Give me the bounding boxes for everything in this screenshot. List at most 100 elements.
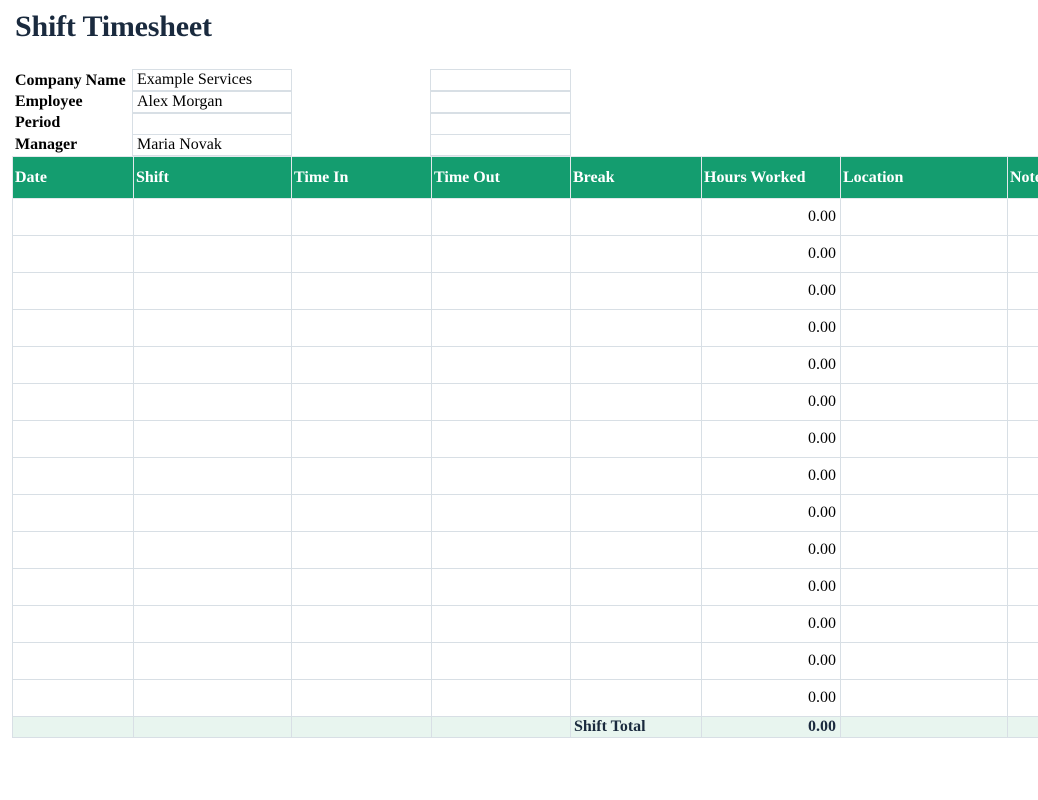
time-in-cell[interactable] xyxy=(291,272,432,310)
hours-worked-cell[interactable]: 0.00 xyxy=(701,679,841,717)
notes-cell[interactable] xyxy=(1007,272,1038,310)
time-in-cell[interactable] xyxy=(291,457,432,495)
shift-cell[interactable] xyxy=(133,457,292,495)
break-cell[interactable] xyxy=(570,642,702,680)
notes-cell[interactable] xyxy=(1007,198,1038,236)
location-cell[interactable] xyxy=(840,494,1008,532)
time-out-cell[interactable] xyxy=(431,272,571,310)
date-cell[interactable] xyxy=(12,605,134,643)
break-cell[interactable] xyxy=(570,309,702,347)
time-in-cell[interactable] xyxy=(291,346,432,384)
notes-cell[interactable] xyxy=(1007,346,1038,384)
time-in-cell[interactable] xyxy=(291,679,432,717)
time-in-cell[interactable] xyxy=(291,383,432,421)
notes-cell[interactable] xyxy=(1007,568,1038,606)
shift-cell[interactable] xyxy=(133,568,292,606)
shift-cell[interactable] xyxy=(133,420,292,458)
notes-cell[interactable] xyxy=(1007,420,1038,458)
location-cell[interactable] xyxy=(840,309,1008,347)
time-out-cell[interactable] xyxy=(431,383,571,421)
break-cell[interactable] xyxy=(570,235,702,273)
hours-worked-cell[interactable]: 0.00 xyxy=(701,568,841,606)
hours-worked-cell[interactable]: 0.00 xyxy=(701,605,841,643)
shift-cell[interactable] xyxy=(133,235,292,273)
date-cell[interactable] xyxy=(12,568,134,606)
shift-cell[interactable] xyxy=(133,309,292,347)
location-cell[interactable] xyxy=(840,383,1008,421)
manager-field[interactable]: Maria Novak xyxy=(132,134,292,156)
time-out-cell[interactable] xyxy=(431,679,571,717)
column-header-date[interactable]: Date xyxy=(12,156,134,199)
hours-worked-cell[interactable]: 0.00 xyxy=(701,420,841,458)
break-cell[interactable] xyxy=(570,420,702,458)
date-cell[interactable] xyxy=(12,642,134,680)
break-cell[interactable] xyxy=(570,605,702,643)
location-cell[interactable] xyxy=(840,235,1008,273)
shift-cell[interactable] xyxy=(133,679,292,717)
time-out-cell[interactable] xyxy=(431,235,571,273)
notes-cell[interactable] xyxy=(1007,642,1038,680)
shift-cell[interactable] xyxy=(133,494,292,532)
info-extra-cell-3[interactable] xyxy=(430,113,571,135)
time-out-cell[interactable] xyxy=(431,531,571,569)
hours-worked-cell[interactable]: 0.00 xyxy=(701,235,841,273)
location-cell[interactable] xyxy=(840,272,1008,310)
break-cell[interactable] xyxy=(570,346,702,384)
location-cell[interactable] xyxy=(840,679,1008,717)
hours-worked-cell[interactable]: 0.00 xyxy=(701,494,841,532)
shift-cell[interactable] xyxy=(133,531,292,569)
column-header-location[interactable]: Location xyxy=(840,156,1008,199)
date-cell[interactable] xyxy=(12,531,134,569)
hours-worked-cell[interactable]: 0.00 xyxy=(701,457,841,495)
location-cell[interactable] xyxy=(840,605,1008,643)
period-field[interactable] xyxy=(132,113,292,135)
location-cell[interactable] xyxy=(840,531,1008,569)
time-out-cell[interactable] xyxy=(431,494,571,532)
time-out-cell[interactable] xyxy=(431,605,571,643)
date-cell[interactable] xyxy=(12,457,134,495)
notes-cell[interactable] xyxy=(1007,531,1038,569)
hours-worked-cell[interactable]: 0.00 xyxy=(701,642,841,680)
break-cell[interactable] xyxy=(570,457,702,495)
column-header-time-in[interactable]: Time In xyxy=(291,156,432,199)
date-cell[interactable] xyxy=(12,383,134,421)
time-in-cell[interactable] xyxy=(291,568,432,606)
date-cell[interactable] xyxy=(12,272,134,310)
date-cell[interactable] xyxy=(12,235,134,273)
shift-cell[interactable] xyxy=(133,642,292,680)
column-header-hours-worked[interactable]: Hours Worked xyxy=(701,156,841,199)
time-in-cell[interactable] xyxy=(291,235,432,273)
info-extra-cell-4[interactable] xyxy=(430,134,571,156)
break-cell[interactable] xyxy=(570,198,702,236)
date-cell[interactable] xyxy=(12,494,134,532)
notes-cell[interactable] xyxy=(1007,494,1038,532)
time-out-cell[interactable] xyxy=(431,309,571,347)
date-cell[interactable] xyxy=(12,679,134,717)
location-cell[interactable] xyxy=(840,568,1008,606)
notes-cell[interactable] xyxy=(1007,457,1038,495)
time-out-cell[interactable] xyxy=(431,198,571,236)
break-cell[interactable] xyxy=(570,272,702,310)
shift-cell[interactable] xyxy=(133,198,292,236)
date-cell[interactable] xyxy=(12,420,134,458)
hours-worked-cell[interactable]: 0.00 xyxy=(701,531,841,569)
location-cell[interactable] xyxy=(840,457,1008,495)
hours-worked-cell[interactable]: 0.00 xyxy=(701,198,841,236)
company-name-field[interactable]: Example Services xyxy=(132,69,292,91)
notes-cell[interactable] xyxy=(1007,309,1038,347)
time-in-cell[interactable] xyxy=(291,642,432,680)
hours-worked-cell[interactable]: 0.00 xyxy=(701,383,841,421)
time-in-cell[interactable] xyxy=(291,309,432,347)
time-in-cell[interactable] xyxy=(291,198,432,236)
notes-cell[interactable] xyxy=(1007,605,1038,643)
notes-cell[interactable] xyxy=(1007,235,1038,273)
time-in-cell[interactable] xyxy=(291,605,432,643)
location-cell[interactable] xyxy=(840,198,1008,236)
notes-cell[interactable] xyxy=(1007,679,1038,717)
time-out-cell[interactable] xyxy=(431,642,571,680)
time-in-cell[interactable] xyxy=(291,420,432,458)
hours-worked-cell[interactable]: 0.00 xyxy=(701,346,841,384)
shift-cell[interactable] xyxy=(133,605,292,643)
location-cell[interactable] xyxy=(840,346,1008,384)
column-header-notes[interactable]: Notes xyxy=(1007,156,1038,199)
